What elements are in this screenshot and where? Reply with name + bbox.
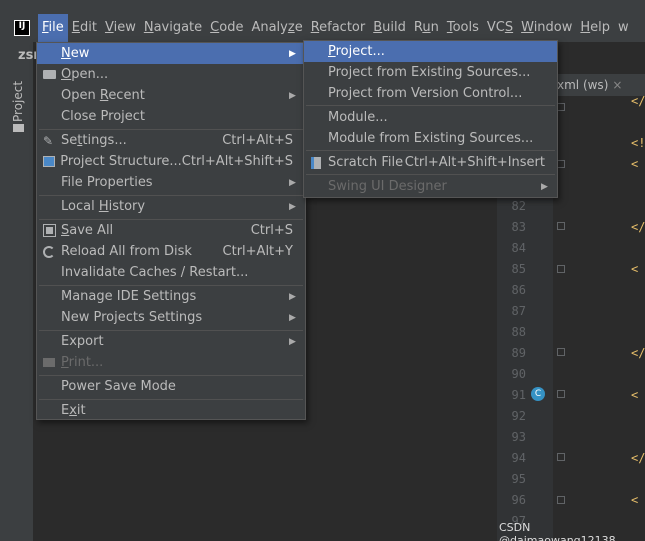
menu-separator [306, 105, 555, 106]
file-menu-reload[interactable]: Reload All from Disk Ctrl+Alt+Y [37, 241, 305, 262]
menu-separator [306, 150, 555, 151]
code-token: <! [631, 136, 645, 150]
line-number: 88 [511, 325, 526, 339]
new-project-from-vcs[interactable]: Project from Version Control... [304, 83, 557, 104]
menu-code[interactable]: Code [206, 14, 247, 42]
line-number: 87 [511, 304, 526, 318]
fold-marker-icon[interactable] [557, 222, 565, 230]
fold-marker-icon[interactable] [557, 265, 565, 273]
wrench-icon: ✎ [43, 133, 54, 148]
new-scratch-file[interactable]: Scratch File Ctrl+Alt+Shift+Insert [304, 152, 557, 173]
project-structure-icon [42, 156, 55, 167]
title-strip [0, 0, 645, 14]
submenu-arrow-icon: ▶ [541, 181, 548, 192]
save-icon [42, 224, 56, 237]
close-icon[interactable]: × [612, 78, 622, 92]
fold-marker-icon[interactable] [557, 453, 565, 461]
file-menu-project-structure[interactable]: Project Structure... Ctrl+Alt+Shift+S [37, 151, 305, 172]
line-number: 94 [511, 451, 526, 465]
menu-overflow-text: w [618, 20, 629, 35]
menu-bar: IJ File Edit View Navigate Code Analyze … [0, 14, 645, 42]
watermark: CSDN @daimaowang12138 [499, 521, 616, 541]
file-menu-local-history[interactable]: Local History ▶ [37, 196, 305, 217]
file-menu-file-properties[interactable]: File Properties ▶ [37, 172, 305, 193]
fold-marker-icon[interactable] [557, 160, 565, 168]
line-number: 93 [511, 430, 526, 444]
line-number: 84 [511, 241, 526, 255]
file-menu-open[interactable]: Open... [37, 64, 305, 85]
reload-icon [43, 245, 55, 258]
submenu-arrow-icon: ▶ [289, 201, 296, 212]
code-token: < [631, 157, 639, 171]
line-number: 92 [511, 409, 526, 423]
line-number: 96 [511, 493, 526, 507]
code-token: < [631, 262, 639, 276]
line-number: 86 [511, 283, 526, 297]
file-menu-power-save-mode[interactable]: Power Save Mode [37, 376, 305, 397]
line-number: 82 [511, 199, 526, 213]
new-project-from-existing-sources[interactable]: Project from Existing Sources... [304, 62, 557, 83]
code-token: < [631, 388, 639, 402]
menu-navigate[interactable]: Navigate [140, 14, 206, 42]
submenu-arrow-icon: ▶ [289, 291, 296, 302]
menu-file[interactable]: File [38, 14, 68, 42]
code-token: < [631, 493, 639, 507]
menu-vcs[interactable]: VCS [483, 14, 517, 42]
menu-tools[interactable]: Tools [443, 14, 483, 42]
menu-analyze[interactable]: Analyze [247, 14, 306, 42]
code-token: </ [631, 220, 645, 234]
folder-icon [13, 124, 24, 132]
project-tool-label: Project [11, 80, 25, 122]
menu-refactor[interactable]: Refactor [307, 14, 370, 42]
print-icon [43, 358, 55, 367]
file-menu-exit[interactable]: Exit [37, 400, 305, 421]
file-menu-close-project[interactable]: Close Project [37, 106, 305, 127]
submenu-arrow-icon: ▶ [289, 312, 296, 323]
new-submenu: Project... Project from Existing Sources… [303, 40, 558, 198]
code-token: </ [631, 94, 645, 108]
file-menu-new[interactable]: New ▶ [37, 43, 305, 64]
override-marker-icon[interactable]: C [531, 387, 545, 401]
line-number: 85 [511, 262, 526, 276]
fold-marker-icon[interactable] [557, 103, 565, 111]
file-menu-save-all[interactable]: Save All Ctrl+S [37, 220, 305, 241]
menu-build[interactable]: Build [369, 14, 410, 42]
file-menu-new-projects-settings[interactable]: New Projects Settings ▶ [37, 307, 305, 328]
submenu-arrow-icon: ▶ [289, 336, 296, 347]
scratch-file-icon [311, 156, 321, 169]
new-project[interactable]: Project... [304, 41, 557, 62]
editor-tab-label: xml (ws) [557, 78, 609, 92]
menu-separator [306, 174, 555, 175]
menu-window[interactable]: Window [517, 14, 576, 42]
file-menu-settings[interactable]: ✎ Settings... Ctrl+Alt+S [37, 130, 305, 151]
file-menu-export[interactable]: Export ▶ [37, 331, 305, 352]
fold-marker-icon[interactable] [557, 496, 565, 504]
code-token: </ [631, 346, 645, 360]
new-module[interactable]: Module... [304, 107, 557, 128]
editor-tab-xml[interactable]: xml (ws) × [553, 74, 645, 96]
new-swing-ui-designer: Swing UI Designer ▶ [304, 176, 557, 197]
fold-marker-icon[interactable] [557, 390, 565, 398]
line-number: 83 [511, 220, 526, 234]
menu-run[interactable]: Run [410, 14, 443, 42]
project-tool-tab[interactable]: Project [8, 74, 30, 144]
line-number: 89 [511, 346, 526, 360]
file-menu-print: Print... [37, 352, 305, 373]
menu-view[interactable]: View [101, 14, 140, 42]
new-module-from-existing-sources[interactable]: Module from Existing Sources... [304, 128, 557, 149]
menu-edit[interactable]: Edit [68, 14, 101, 42]
menu-help[interactable]: Help [576, 14, 614, 42]
fold-marker-icon[interactable] [557, 348, 565, 356]
file-menu-dropdown: New ▶ Open... Open Recent ▶ Close Project … [36, 42, 306, 420]
file-menu-open-recent[interactable]: Open Recent ▶ [37, 85, 305, 106]
intellij-logo-icon: IJ [14, 20, 30, 36]
file-menu-invalidate-caches[interactable]: Invalidate Caches / Restart... [37, 262, 305, 283]
folder-open-icon [42, 70, 56, 79]
line-number: 90 [511, 367, 526, 381]
line-number: 95 [511, 472, 526, 486]
file-menu-manage-ide-settings[interactable]: Manage IDE Settings ▶ [37, 286, 305, 307]
line-number: 91 [511, 388, 526, 402]
code-token: </ [631, 451, 645, 465]
